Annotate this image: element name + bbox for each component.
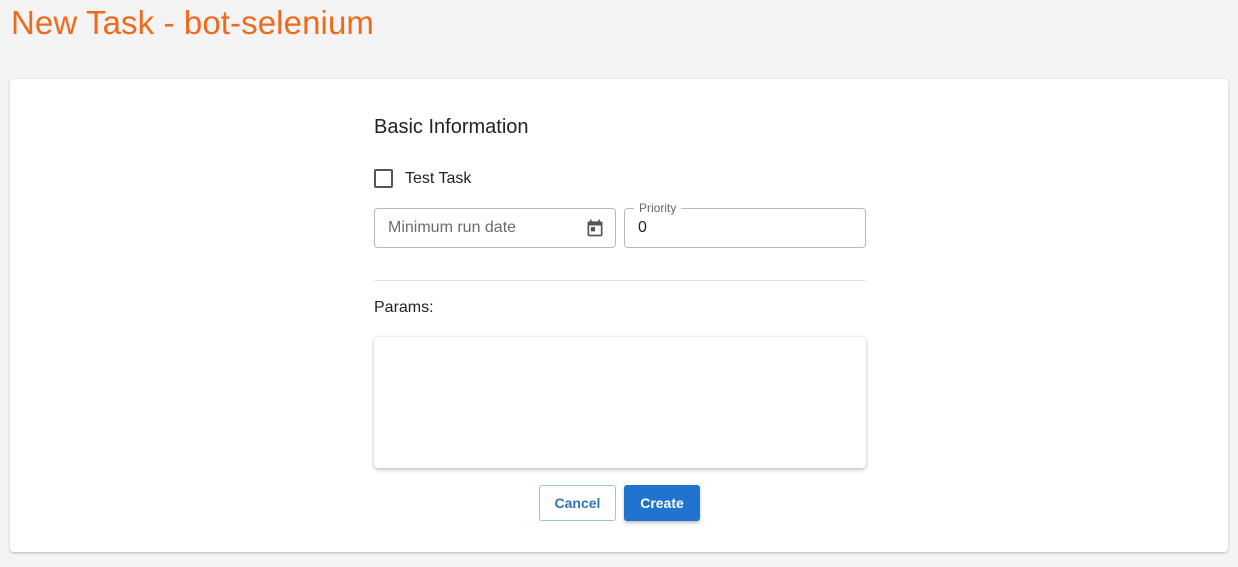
section-title: Basic Information (374, 116, 529, 138)
minimum-run-date-field[interactable] (374, 208, 616, 248)
test-task-label: Test Task (405, 169, 472, 187)
params-editor[interactable] (374, 337, 866, 468)
calendar-icon[interactable] (585, 218, 605, 238)
test-task-checkbox[interactable] (374, 169, 393, 188)
divider (374, 280, 866, 281)
page-title: New Task - bot-selenium (11, 4, 374, 41)
create-button[interactable]: Create (624, 485, 700, 521)
task-form-card: Basic Information Test Task Priority Par… (10, 79, 1228, 552)
cancel-button[interactable]: Cancel (539, 485, 616, 521)
minimum-run-date-input[interactable] (388, 209, 578, 247)
test-task-checkbox-row[interactable]: Test Task (374, 169, 471, 188)
params-label: Params: (374, 299, 434, 316)
priority-input[interactable] (638, 209, 828, 247)
priority-field[interactable]: Priority (624, 201, 866, 248)
